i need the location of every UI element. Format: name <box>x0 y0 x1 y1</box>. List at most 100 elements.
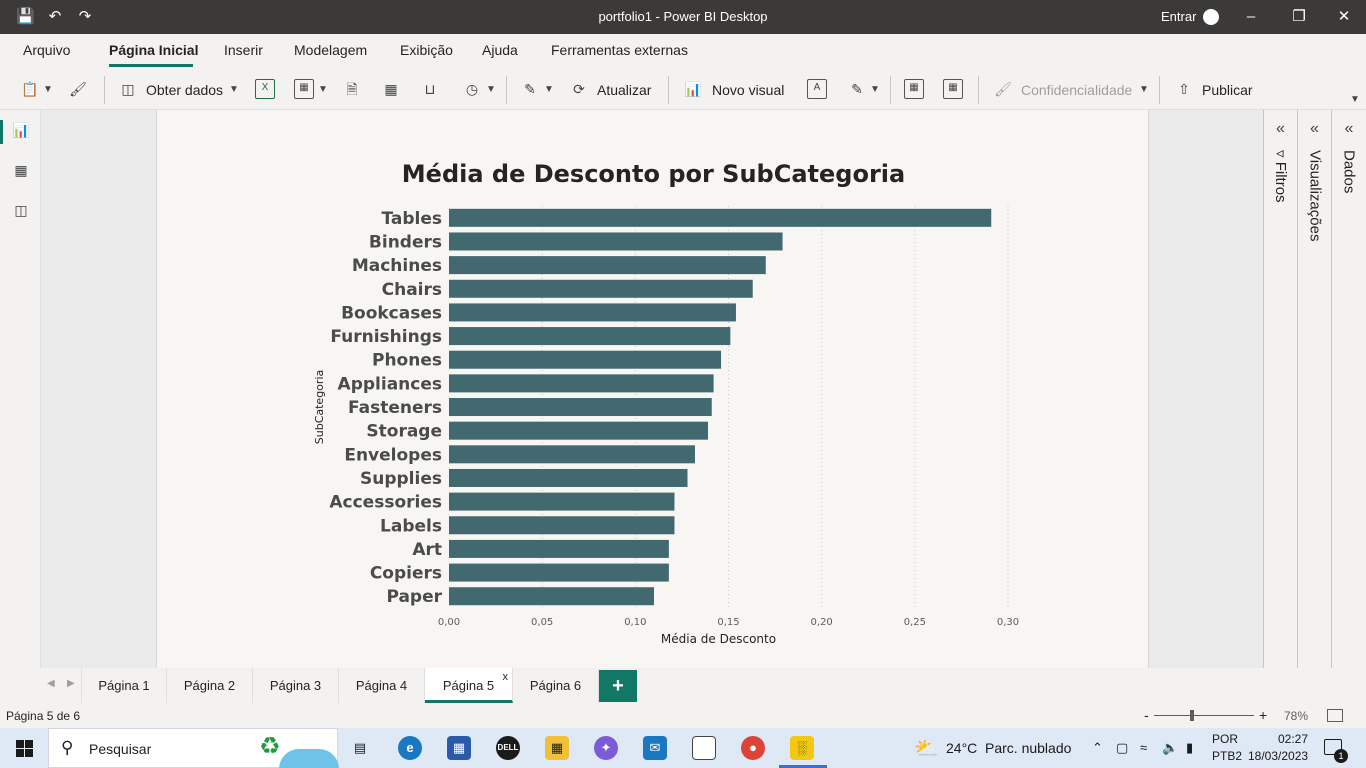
clock-date[interactable]: 18/03/2023 <box>1248 749 1308 763</box>
keyboard-layout[interactable]: PTB2 <box>1212 749 1242 763</box>
clock-time[interactable]: 02:27 <box>1262 732 1308 746</box>
prev-page-icon[interactable]: ◀ <box>47 678 55 689</box>
tab-arquivo[interactable]: Arquivo <box>23 42 70 58</box>
bar[interactable] <box>449 208 992 227</box>
publish-icon[interactable]: ⇧ <box>1174 79 1194 99</box>
weather-icon[interactable]: ⛅ <box>914 736 939 761</box>
bar[interactable] <box>449 563 669 582</box>
dataverse-icon[interactable]: ⊔ <box>420 79 440 99</box>
zoom-in-button[interactable]: + <box>1259 707 1267 723</box>
page-tab[interactable]: Página 1 <box>81 668 167 703</box>
sql-icon[interactable]: 🗎 <box>342 79 362 99</box>
excel-icon[interactable]: X <box>255 79 275 99</box>
model-view-icon[interactable]: ◫ <box>11 200 31 220</box>
bar[interactable] <box>449 279 753 298</box>
store-icon[interactable]: ▦ <box>447 736 471 760</box>
edge-icon[interactable]: e <box>398 736 422 760</box>
language-indicator[interactable]: POR <box>1212 732 1238 746</box>
table-view-icon[interactable]: ▦ <box>11 160 31 180</box>
page-tab[interactable]: Página 4 <box>339 668 425 703</box>
add-page-button[interactable]: + <box>599 670 637 702</box>
get-data-button[interactable]: Obter dados <box>146 80 223 100</box>
data-pane[interactable]: « Dados <box>1331 110 1366 668</box>
notepad-icon[interactable] <box>692 736 716 760</box>
report-page[interactable]: Média de Desconto por SubCategoria 0,00 0… <box>156 110 1149 668</box>
new-measure-icon[interactable]: ▦ <box>904 79 924 99</box>
transform-data-icon[interactable]: ✎ <box>520 79 540 99</box>
power-bi-icon[interactable]: ░ <box>790 736 814 760</box>
page-tab[interactable]: Página 6 <box>513 668 599 703</box>
page-tab[interactable]: Página 2 <box>167 668 253 703</box>
avatar[interactable] <box>1203 9 1219 25</box>
close-icon[interactable]: ✕ <box>1333 6 1355 28</box>
mail-icon[interactable]: ✉ <box>643 736 667 760</box>
tab-inserir[interactable]: Inserir <box>224 42 263 58</box>
meet-icon[interactable]: ▢ <box>1116 740 1128 756</box>
tab-pagina-inicial[interactable]: Página Inicial <box>109 42 198 58</box>
bar[interactable] <box>449 516 675 535</box>
chrome-icon[interactable]: ● <box>741 736 765 760</box>
restore-icon[interactable]: ❐ <box>1288 6 1310 28</box>
signin-button[interactable]: Entrar <box>1161 9 1196 24</box>
chevron-down-icon[interactable]: ▼ <box>43 80 53 100</box>
bar[interactable] <box>449 303 736 322</box>
bar[interactable] <box>449 398 712 417</box>
paste-icon[interactable]: 📋 <box>20 79 40 99</box>
datahub-icon[interactable]: ▦ <box>294 79 314 99</box>
bar[interactable] <box>449 468 688 487</box>
wifi-icon[interactable]: ≈ <box>1140 740 1147 755</box>
chevron-down-icon[interactable]: ▼ <box>486 80 496 100</box>
publish-button[interactable]: Publicar <box>1202 80 1253 100</box>
bar[interactable] <box>449 256 766 275</box>
chevron-down-icon[interactable]: ▼ <box>229 80 239 100</box>
minimize-icon[interactable]: – <box>1240 6 1262 28</box>
zoom-slider[interactable] <box>1154 715 1254 716</box>
close-tab-icon[interactable]: x <box>503 672 509 683</box>
copilot-icon[interactable]: ✦ <box>594 736 618 760</box>
collapse-icon[interactable]: « <box>1332 120 1366 138</box>
filters-pane[interactable]: « ▿ Filtros <box>1263 110 1297 668</box>
bar[interactable] <box>449 492 675 511</box>
enter-data-icon[interactable]: ▦ <box>381 79 401 99</box>
page-tab-active[interactable]: Página 5 x <box>425 668 513 703</box>
tab-ajuda[interactable]: Ajuda <box>482 42 518 58</box>
collapse-icon[interactable]: « <box>1264 120 1297 138</box>
next-page-icon[interactable]: ▶ <box>67 678 75 689</box>
tab-ferramentas-externas[interactable]: Ferramentas externas <box>551 42 688 58</box>
chevron-down-icon[interactable]: ▼ <box>544 80 554 100</box>
bar[interactable] <box>449 539 669 558</box>
taskbar-search[interactable]: ⚲ Pesquisar ♻ <box>48 728 339 768</box>
chevron-up-icon[interactable]: ⌃ <box>1092 740 1103 756</box>
chevron-down-icon[interactable]: ▼ <box>870 80 880 100</box>
bar[interactable] <box>449 374 714 393</box>
dell-icon[interactable]: DELL <box>496 736 520 760</box>
bar[interactable] <box>449 350 722 369</box>
weather-desc[interactable]: Parc. nublado <box>985 740 1071 756</box>
report-view-icon[interactable]: 📊 <box>11 120 31 140</box>
refresh-button[interactable]: Atualizar <box>597 80 651 100</box>
new-visual-icon[interactable]: 📊 <box>683 79 703 99</box>
collapse-icon[interactable]: « <box>1298 120 1331 138</box>
zoom-slider-thumb[interactable] <box>1190 710 1194 721</box>
visualizations-pane[interactable]: « Visualizações <box>1297 110 1331 668</box>
tab-modelagem[interactable]: Modelagem <box>294 42 367 58</box>
battery-icon[interactable]: ▮ <box>1186 740 1193 756</box>
new-visual-button[interactable]: Novo visual <box>712 80 784 100</box>
more-visuals-icon[interactable]: ✎ <box>847 79 867 99</box>
expand-ribbon-icon[interactable]: ▼ <box>1350 90 1360 110</box>
database-icon[interactable]: ◫ <box>118 79 138 99</box>
chevron-down-icon[interactable]: ▼ <box>318 80 328 100</box>
text-box-icon[interactable]: A <box>807 79 827 99</box>
bar-chart[interactable]: 0,00 0,05 0,10 0,15 0,20 0,25 0,30 Tables Binder… <box>157 110 1150 668</box>
bar[interactable] <box>449 421 709 440</box>
recent-sources-icon[interactable]: ◷ <box>462 79 482 99</box>
zoom-out-button[interactable]: - <box>1144 707 1149 723</box>
bar[interactable] <box>449 232 783 251</box>
weather-temp[interactable]: 24°C <box>946 740 977 756</box>
quick-measure-icon[interactable]: ▦ <box>943 79 963 99</box>
bar[interactable] <box>449 445 695 464</box>
bar[interactable] <box>449 587 654 606</box>
windows-start-icon[interactable] <box>16 740 33 757</box>
file-explorer-icon[interactable]: ▦ <box>545 736 569 760</box>
fit-to-page-icon[interactable] <box>1327 709 1343 722</box>
